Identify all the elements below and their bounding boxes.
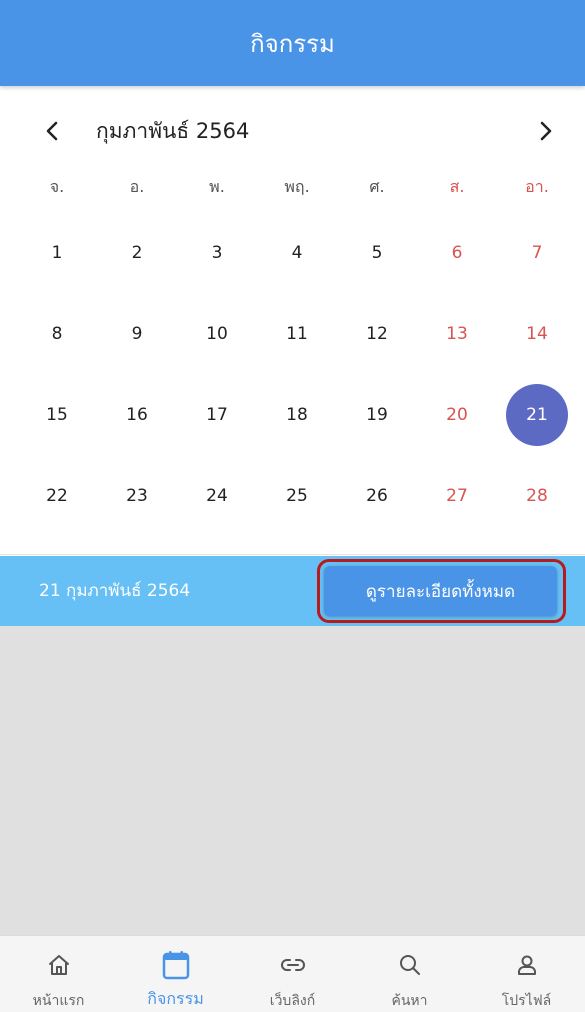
nav-item-activities[interactable]: กิจกรรม [117, 936, 234, 1012]
event-list-area [0, 626, 585, 935]
calendar-day[interactable]: 9 [97, 293, 177, 374]
calendar-day[interactable]: 23 [97, 455, 177, 536]
day-number: 25 [286, 485, 308, 506]
home-icon [42, 948, 76, 982]
app-bar: กิจกรรม [0, 0, 585, 86]
calendar-day[interactable]: 15 [17, 374, 97, 455]
calendar-day[interactable]: 13 [417, 293, 497, 374]
day-number: 1 [51, 242, 63, 263]
link-icon [276, 948, 310, 982]
nav-item-home[interactable]: หน้าแรก [0, 936, 117, 1012]
calendar-icon [159, 948, 193, 982]
calendar-day[interactable]: 10 [177, 293, 257, 374]
nav-item-weblinks[interactable]: เว็บลิงก์ [234, 936, 351, 1012]
calendar-day[interactable]: 20 [417, 374, 497, 455]
calendar-day[interactable]: 11 [257, 293, 337, 374]
day-number: 12 [366, 323, 388, 344]
calendar-day[interactable]: 18 [257, 374, 337, 455]
day-number: 14 [526, 323, 548, 344]
month-label: กุมภาพันธ์ 2564 [96, 119, 250, 143]
calendar-week-row: 15 16 17 18 19 20 21 [17, 374, 577, 455]
day-number: 10 [206, 323, 228, 344]
view-all-details-button[interactable]: ดูรายละเอียดทั้งหมด [324, 566, 557, 616]
weekday-label: ศ. [369, 176, 385, 196]
day-number: 26 [366, 485, 388, 506]
day-number: 13 [446, 323, 468, 344]
day-number: 8 [51, 323, 63, 344]
day-number: 5 [371, 242, 383, 263]
calendar-week-row: 8 9 10 11 12 13 14 [17, 293, 577, 374]
calendar-day[interactable]: 14 [497, 293, 577, 374]
day-number: 20 [446, 404, 468, 425]
calendar-day[interactable]: 22 [17, 455, 97, 536]
chevron-right-icon [540, 121, 552, 141]
calendar-day[interactable]: 12 [337, 293, 417, 374]
weekday-label: อา. [525, 176, 549, 196]
previous-month-button[interactable] [32, 108, 72, 154]
day-number: 16 [126, 404, 148, 425]
calendar-day[interactable]: 7 [497, 212, 577, 293]
calendar-day[interactable]: 1 [17, 212, 97, 293]
selected-date-label: 21 กุมภาพันธ์ 2564 [39, 581, 191, 601]
bottom-navigation: หน้าแรก กิจกรรม เว็บลิงก์ ค้นหา โปรไฟล์ [0, 935, 585, 1012]
day-number: 23 [126, 485, 148, 506]
nav-label: โปรไฟล์ [501, 993, 552, 1009]
calendar-day[interactable]: 5 [337, 212, 417, 293]
divider [0, 554, 585, 555]
day-number: 27 [446, 485, 468, 506]
selected-day-number: 21 [506, 383, 568, 446]
nav-item-search[interactable]: ค้นหา [351, 936, 468, 1012]
weekday-label: ส. [449, 176, 465, 196]
calendar-day[interactable]: 24 [177, 455, 257, 536]
calendar-week-row: 22 23 24 25 26 27 28 [17, 455, 577, 536]
day-number: 17 [206, 404, 228, 425]
profile-icon [510, 948, 544, 982]
calendar-day[interactable]: 17 [177, 374, 257, 455]
calendar-day[interactable]: 8 [17, 293, 97, 374]
calendar-day[interactable]: 26 [337, 455, 417, 536]
calendar-day[interactable]: 28 [497, 455, 577, 536]
nav-label: ค้นหา [391, 993, 428, 1009]
calendar-day[interactable]: 19 [337, 374, 417, 455]
day-number: 28 [526, 485, 548, 506]
next-month-button[interactable] [526, 108, 566, 154]
calendar-day-selected[interactable]: 21 [497, 374, 577, 455]
day-number: 15 [46, 404, 68, 425]
calendar-day[interactable]: 2 [97, 212, 177, 293]
chevron-left-icon [46, 121, 58, 141]
day-number: 6 [451, 242, 463, 263]
day-number: 22 [46, 485, 68, 506]
weekday-header-row: จ. อ. พ. พฤ. ศ. ส. อา. [17, 162, 577, 212]
calendar-week-row: 1 2 3 4 5 6 7 [17, 212, 577, 293]
page-title: กิจกรรม [250, 29, 335, 58]
calendar-day[interactable]: 27 [417, 455, 497, 536]
nav-item-profile[interactable]: โปรไฟล์ [468, 936, 585, 1012]
calendar-day[interactable]: 25 [257, 455, 337, 536]
day-number: 4 [291, 242, 303, 263]
day-number: 7 [531, 242, 543, 263]
calendar-header: กุมภาพันธ์ 2564 [0, 108, 585, 154]
nav-label: เว็บลิงก์ [269, 993, 316, 1009]
calendar-grid: จ. อ. พ. พฤ. ศ. ส. อา. 1 2 3 4 5 6 7 8 9… [17, 162, 577, 536]
day-number: 18 [286, 404, 308, 425]
calendar-day[interactable]: 6 [417, 212, 497, 293]
weekday-label: พ. [209, 176, 225, 196]
nav-label: กิจกรรม [147, 989, 204, 1008]
nav-label: หน้าแรก [32, 993, 85, 1009]
weekday-label: อ. [129, 176, 145, 196]
day-number: 11 [286, 323, 308, 344]
day-number: 9 [131, 323, 143, 344]
day-number: 19 [366, 404, 388, 425]
day-number: 3 [211, 242, 223, 263]
calendar-day[interactable]: 4 [257, 212, 337, 293]
calendar-day[interactable]: 16 [97, 374, 177, 455]
day-number: 2 [131, 242, 143, 263]
weekday-label: พฤ. [284, 176, 310, 196]
calendar-day[interactable]: 3 [177, 212, 257, 293]
search-icon [393, 948, 427, 982]
weekday-label: จ. [49, 176, 65, 196]
day-number: 24 [206, 485, 228, 506]
